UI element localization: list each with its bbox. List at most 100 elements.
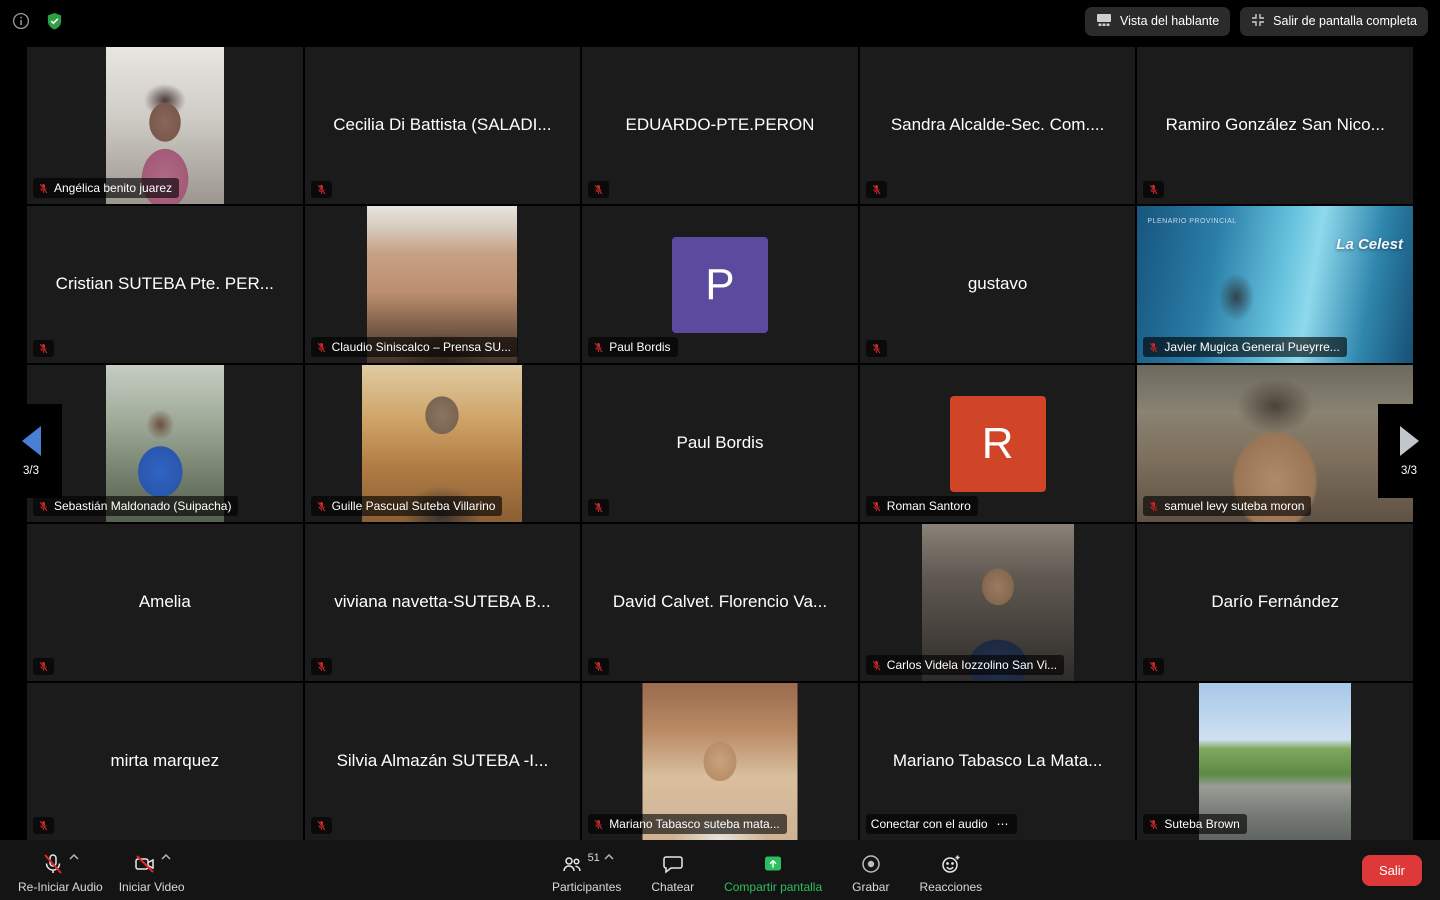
participant-tile[interactable]: Carlos Videla Iozzolino San Vi... (860, 524, 1136, 681)
muted-mic-icon (316, 820, 327, 831)
participant-name: David Calvet. Florencio Va... (582, 524, 858, 681)
participants-count-badge: 51 (588, 852, 600, 864)
unmute-audio-button[interactable]: Re-Iniciar Audio (18, 846, 103, 894)
info-icon[interactable] (12, 12, 30, 30)
participant-tile[interactable]: Sandra Alcalde-Sec. Com.... (860, 47, 1136, 204)
muted-indicator (588, 499, 609, 516)
participant-tile[interactable]: mirta marquez (27, 683, 303, 840)
leave-meeting-button[interactable]: Salir (1362, 855, 1422, 886)
chat-label: Chatear (651, 880, 694, 894)
audio-options-chevron[interactable] (69, 854, 79, 860)
participant-avatar: R (950, 396, 1046, 492)
participant-tile[interactable]: EDUARDO-PTE.PERON (582, 47, 858, 204)
video-options-chevron[interactable] (161, 854, 171, 860)
participant-tile[interactable]: Angélica benito juarez (27, 47, 303, 204)
muted-mic-icon (38, 501, 49, 512)
connect-audio-button[interactable]: Conectar con el audio⋯ (866, 814, 1017, 834)
exit-fullscreen-button[interactable]: Salir de pantalla completa (1240, 7, 1428, 36)
muted-indicator (33, 817, 54, 834)
muted-mic-icon (1148, 342, 1159, 353)
next-page-arrow[interactable] (1400, 426, 1419, 456)
record-icon (859, 852, 883, 881)
chat-button[interactable]: Chatear (651, 846, 694, 894)
muted-mic-icon (38, 661, 49, 672)
participant-name-label: Guille Pascual Suteba Villarino (311, 496, 503, 516)
share-screen-label: Compartir pantalla (724, 880, 822, 894)
participant-tile[interactable]: gustavo (860, 206, 1136, 363)
participant-name: gustavo (860, 206, 1136, 363)
muted-mic-icon (316, 501, 327, 512)
participant-name: Silvia Almazán SUTEBA -I... (305, 683, 581, 840)
muted-mic-icon (871, 501, 882, 512)
participant-tile[interactable]: Darío Fernández (1137, 524, 1413, 681)
participant-name: Mariano Tabasco suteba mata... (609, 817, 780, 831)
participant-name-label: samuel levy suteba moron (1143, 496, 1311, 516)
participant-tile[interactable]: Suteba Brown (1137, 683, 1413, 840)
participants-icon (560, 852, 584, 881)
participant-name: Cristian SUTEBA Pte. PER... (27, 206, 303, 363)
participant-tile[interactable]: Ramiro González San Nico... (1137, 47, 1413, 204)
top-bar-left (12, 12, 63, 31)
participants-button[interactable]: 51 Participantes (552, 846, 621, 894)
muted-indicator (33, 658, 54, 675)
muted-mic-icon (871, 343, 882, 354)
participant-tile[interactable]: Guille Pascual Suteba Villarino (305, 365, 581, 522)
participant-name: Sandra Alcalde-Sec. Com.... (860, 47, 1136, 204)
video-label: Iniciar Video (119, 880, 185, 894)
prev-page-arrow[interactable] (22, 426, 41, 456)
participant-name: Suteba Brown (1164, 817, 1239, 831)
participant-tile[interactable]: PLENARIO PROVINCIALLa CelestJavier Mugic… (1137, 206, 1413, 363)
participant-name: Sebastián Maldonado (Suipacha) (54, 499, 231, 513)
participant-tile[interactable]: Amelia (27, 524, 303, 681)
record-button[interactable]: Grabar (852, 846, 889, 894)
participant-name: Cecilia Di Battista (SALADI... (305, 47, 581, 204)
participant-tile[interactable]: Mariano Tabasco suteba mata... (582, 683, 858, 840)
chat-icon (661, 852, 685, 881)
share-screen-button[interactable]: Compartir pantalla (724, 846, 822, 894)
more-options-icon[interactable]: ⋯ (997, 817, 1010, 831)
security-shield-icon[interactable] (46, 12, 63, 31)
muted-mic-icon (38, 343, 49, 354)
muted-mic-icon (316, 661, 327, 672)
participant-tile[interactable]: Paul Bordis (582, 365, 858, 522)
participant-name: mirta marquez (27, 683, 303, 840)
participant-name: viviana navetta-SUTEBA B... (305, 524, 581, 681)
reactions-button[interactable]: Reacciones (919, 846, 982, 894)
top-bar-right: Vista del hablante Salir de pantalla com… (1085, 7, 1428, 36)
participant-tile[interactable]: Sebastián Maldonado (Suipacha) (27, 365, 303, 522)
participant-name-label: Carlos Videla Iozzolino San Vi... (866, 655, 1064, 675)
start-video-button[interactable]: Iniciar Video (119, 846, 185, 894)
exit-fullscreen-label: Salir de pantalla completa (1273, 14, 1417, 28)
participant-tile[interactable]: Silvia Almazán SUTEBA -I... (305, 683, 581, 840)
muted-mic-icon (1148, 501, 1159, 512)
participant-name: Ramiro González San Nico... (1137, 47, 1413, 204)
participant-tile[interactable]: PPaul Bordis (582, 206, 858, 363)
muted-mic-icon (871, 184, 882, 195)
speaker-view-button[interactable]: Vista del hablante (1085, 7, 1230, 36)
toolbar-center-group: 51 Participantes Chatear Compartir pan (552, 846, 982, 894)
participant-tile[interactable]: David Calvet. Florencio Va... (582, 524, 858, 681)
muted-indicator (1143, 658, 1164, 675)
participant-avatar: P (672, 237, 768, 333)
participant-name: Paul Bordis (582, 365, 858, 522)
video-banner-text: La Celest (1336, 236, 1403, 253)
muted-mic-icon (593, 502, 604, 513)
participant-tile[interactable]: RRoman Santoro (860, 365, 1136, 522)
participant-tile[interactable]: Mariano Tabasco La Mata...Conectar con e… (860, 683, 1136, 840)
participant-tile[interactable]: Claudio Siniscalco – Prensa SU... (305, 206, 581, 363)
muted-mic-icon (593, 819, 604, 830)
participant-tile[interactable]: viviana navetta-SUTEBA B... (305, 524, 581, 681)
participant-tile[interactable]: samuel levy suteba moron (1137, 365, 1413, 522)
participants-options-chevron[interactable] (604, 854, 614, 860)
participant-tile[interactable]: Cristian SUTEBA Pte. PER... (27, 206, 303, 363)
record-label: Grabar (852, 880, 889, 894)
exit-fullscreen-icon (1251, 13, 1265, 30)
muted-indicator (311, 658, 332, 675)
muted-indicator (866, 340, 887, 357)
participant-tile[interactable]: Cecilia Di Battista (SALADI... (305, 47, 581, 204)
reactions-label: Reacciones (919, 880, 982, 894)
muted-indicator (588, 181, 609, 198)
muted-indicator (588, 658, 609, 675)
top-bar: Vista del hablante Salir de pantalla com… (0, 0, 1440, 42)
participant-name: Claudio Siniscalco – Prensa SU... (332, 340, 511, 354)
